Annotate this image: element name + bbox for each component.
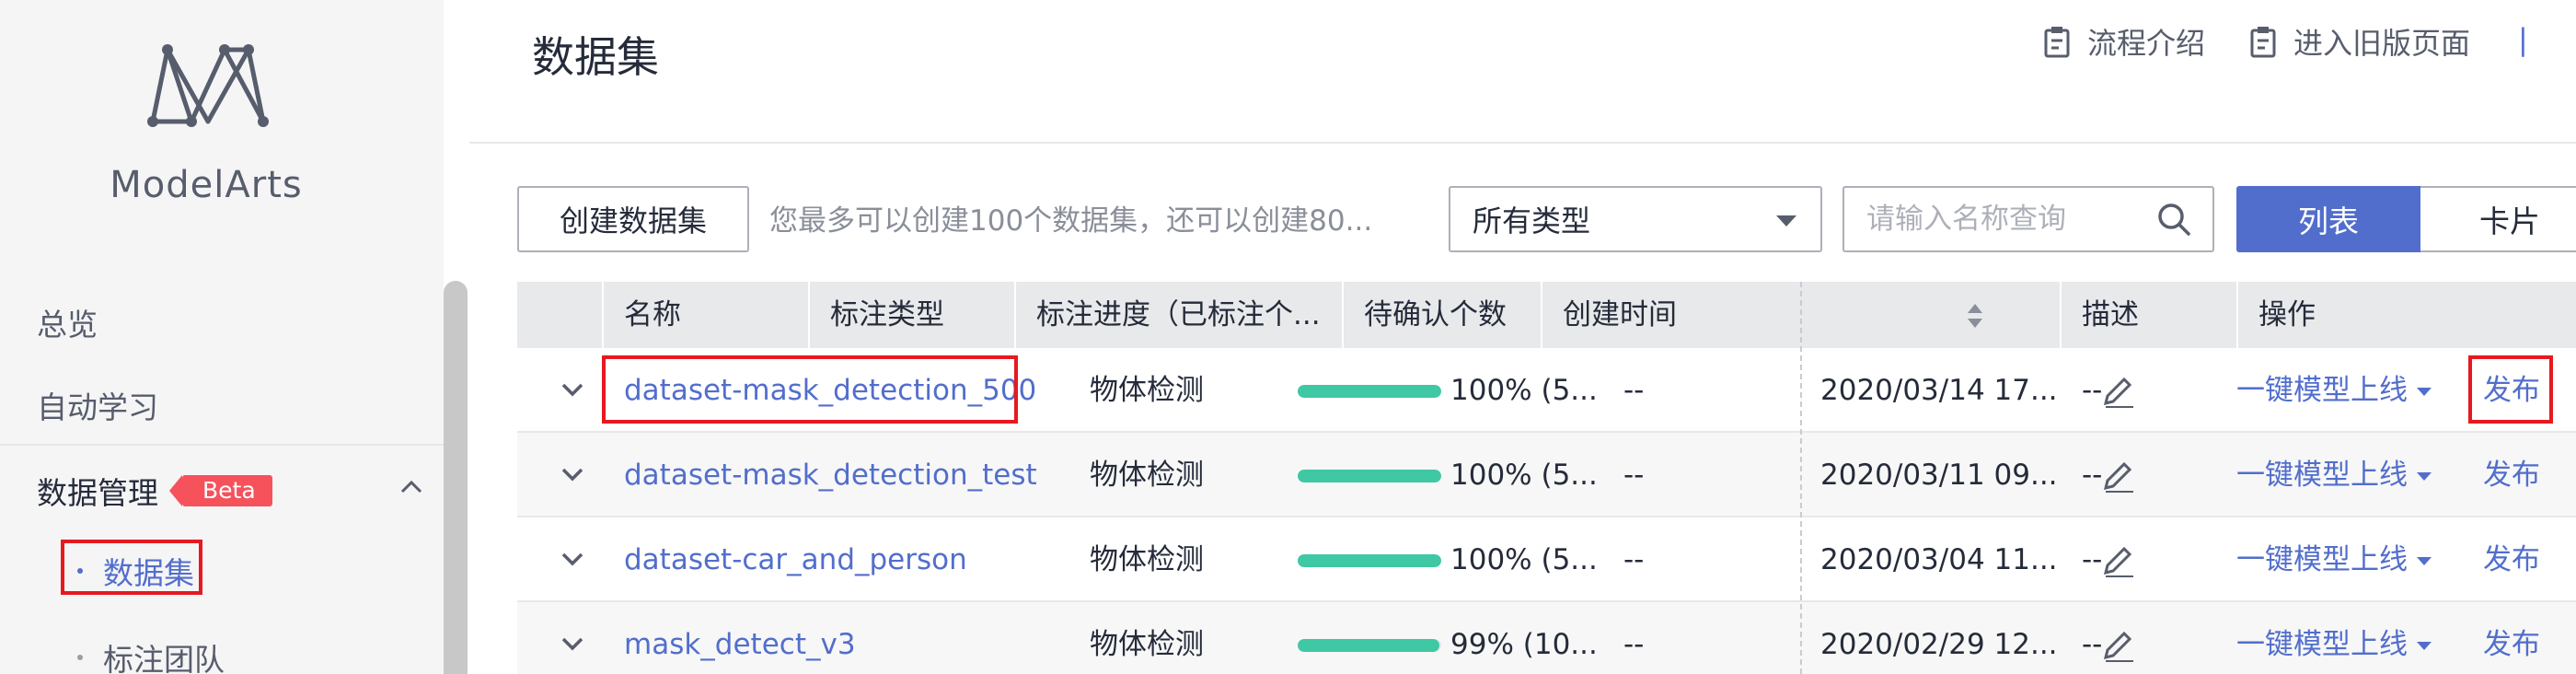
sidebar-group-data-management[interactable]: 数据管理 Beta xyxy=(37,469,272,513)
pending-count: -- xyxy=(1623,543,1645,576)
progress-bar xyxy=(1298,639,1441,652)
publish-link[interactable]: 发布 xyxy=(2483,517,2540,602)
edit-pencil-icon[interactable] xyxy=(2100,630,2137,663)
progress-text: 99% (10... xyxy=(1450,628,1598,661)
label-type: 物体检测 xyxy=(1090,543,1204,576)
sort-icon[interactable] xyxy=(1966,302,1984,330)
column-header-progress: 标注进度（已标注个... xyxy=(1036,298,1321,331)
edit-pencil-icon[interactable] xyxy=(2100,460,2137,494)
clipboard-icon xyxy=(2250,27,2276,58)
app-root: ModelArts 总览 自动学习 数据管理 Beta 数据集 标注团队 数据集 xyxy=(0,0,2576,674)
fixed-column-divider xyxy=(1800,282,1802,674)
publish-link[interactable]: 发布 xyxy=(2483,433,2540,517)
table-header: 名称 标注类型 标注进度（已标注个... 待确认个数 创建时间 描述 操作 xyxy=(517,282,2576,348)
progress-text: 100% (5... xyxy=(1450,459,1598,492)
dataset-name-link[interactable]: dataset-mask_detection_test xyxy=(624,433,1037,517)
created-time: 2020/03/04 11... xyxy=(1820,543,2058,576)
deploy-dropdown[interactable]: 一键模型上线 xyxy=(2236,602,2432,674)
column-header-created[interactable]: 创建时间 xyxy=(1541,282,1734,348)
type-select[interactable]: 所有类型 xyxy=(1449,186,1822,252)
caret-down-icon xyxy=(1776,215,1796,227)
header-divider xyxy=(469,142,2576,144)
label-type: 物体检测 xyxy=(1090,459,1204,492)
search-icon[interactable] xyxy=(2155,201,2192,238)
progress-fill xyxy=(1298,554,1441,567)
modelarts-logo-icon xyxy=(147,44,269,127)
sidebar-item-label-team[interactable]: 标注团队 xyxy=(77,635,225,674)
caret-down-icon xyxy=(2417,642,2432,650)
table-row: mask_detect_v3 物体检测 99% (10... -- 2020/0… xyxy=(517,602,2576,674)
deploy-label: 一键模型上线 xyxy=(2236,374,2408,407)
label-type: 物体检测 xyxy=(1090,628,1204,661)
progress-fill xyxy=(1298,470,1441,482)
chevron-down-icon[interactable] xyxy=(558,378,587,403)
edit-pencil-icon[interactable] xyxy=(2100,545,2137,578)
deploy-dropdown[interactable]: 一键模型上线 xyxy=(2236,433,2432,517)
dataset-name-link[interactable]: mask_detect_v3 xyxy=(624,602,856,674)
view-card-button[interactable]: 卡片 xyxy=(2420,186,2576,252)
sidebar-item-auto-learning[interactable]: 自动学习 xyxy=(37,383,158,427)
table-row: dataset-car_and_person 物体检测 100% (5... -… xyxy=(517,517,2576,602)
column-header-desc: 描述 xyxy=(2082,298,2139,331)
column-header-actions: 操作 xyxy=(2258,298,2316,331)
caret-down-icon xyxy=(2417,472,2432,481)
column-header-label-type: 标注类型 xyxy=(830,298,944,331)
progress-fill xyxy=(1298,385,1441,398)
bullet-dot xyxy=(77,655,83,660)
progress-bar xyxy=(1298,554,1441,567)
created-time: 2020/02/29 12... xyxy=(1820,628,2058,661)
sidebar-divider xyxy=(0,444,444,446)
column-header-pending: 待确认个数 xyxy=(1364,298,1507,331)
brand-name: ModelArts xyxy=(110,164,303,206)
caret-down-icon xyxy=(2417,388,2432,396)
create-dataset-button[interactable]: 创建数据集 xyxy=(517,186,749,252)
pending-count: -- xyxy=(1623,459,1645,492)
table-row: dataset-mask_detection_test 物体检测 100% (5… xyxy=(517,433,2576,517)
old-version-label: 进入旧版页面 xyxy=(2293,26,2471,61)
highlight-box-publish xyxy=(2468,355,2553,424)
deploy-dropdown[interactable]: 一键模型上线 xyxy=(2236,348,2432,433)
deploy-label: 一键模型上线 xyxy=(2236,628,2408,661)
quota-tip: 您最多可以创建100个数据集，还可以创建80... xyxy=(769,204,1373,238)
sidebar-scrollbar[interactable] xyxy=(444,281,468,674)
dataset-name-link[interactable]: dataset-car_and_person xyxy=(624,517,967,602)
column-header-name: 名称 xyxy=(624,298,681,331)
header-separator: | xyxy=(2518,22,2528,57)
created-time: 2020/03/14 17... xyxy=(1820,374,2058,407)
sidebar-group-label: 数据管理 xyxy=(37,475,158,511)
deploy-dropdown[interactable]: 一键模型上线 xyxy=(2236,517,2432,602)
deploy-label: 一键模型上线 xyxy=(2236,543,2408,576)
progress-fill xyxy=(1298,639,1440,652)
created-time: 2020/03/11 09... xyxy=(1820,459,2058,492)
type-select-value: 所有类型 xyxy=(1473,203,1591,238)
sidebar: ModelArts 总览 自动学习 数据管理 Beta 数据集 标注团队 xyxy=(0,0,444,674)
progress-text: 100% (5... xyxy=(1450,374,1598,407)
caret-down-icon xyxy=(2417,557,2432,565)
chevron-down-icon[interactable] xyxy=(558,547,587,573)
progress-bar xyxy=(1298,470,1441,482)
highlight-box-dataset-name xyxy=(602,355,1018,424)
beta-badge: Beta xyxy=(169,475,272,506)
deploy-label: 一键模型上线 xyxy=(2236,459,2408,492)
progress-text: 100% (5... xyxy=(1450,543,1598,576)
publish-link[interactable]: 发布 xyxy=(2483,602,2540,674)
chevron-down-icon[interactable] xyxy=(558,632,587,657)
chevron-up-icon[interactable] xyxy=(398,473,425,501)
highlight-box-datasets xyxy=(61,540,202,595)
progress-bar xyxy=(1298,385,1441,398)
clipboard-icon xyxy=(2044,27,2070,58)
sidebar-item-label: 标注团队 xyxy=(103,642,225,674)
label-type: 物体检测 xyxy=(1090,374,1204,407)
edit-pencil-icon[interactable] xyxy=(2100,376,2137,409)
chevron-down-icon[interactable] xyxy=(558,462,587,488)
process-intro-link[interactable]: 流程介绍 xyxy=(2043,20,2205,63)
pending-count: -- xyxy=(1623,374,1645,407)
page-title: 数据集 xyxy=(532,32,659,82)
process-intro-label: 流程介绍 xyxy=(2087,26,2206,61)
old-version-link[interactable]: 进入旧版页面 xyxy=(2249,20,2470,63)
pending-count: -- xyxy=(1623,628,1645,661)
sidebar-item-overview[interactable]: 总览 xyxy=(37,300,98,344)
view-list-button[interactable]: 列表 xyxy=(2236,186,2420,252)
